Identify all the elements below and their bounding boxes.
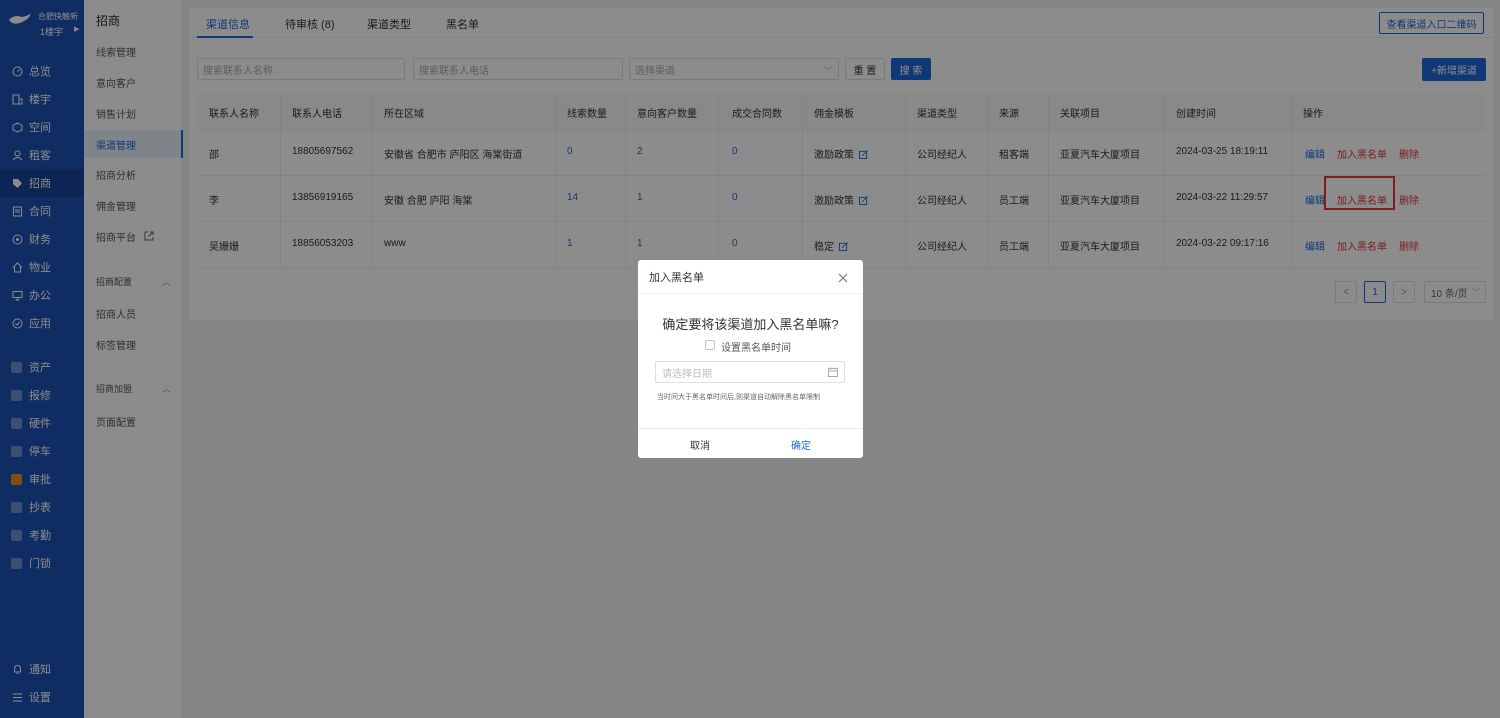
dialog-question: 确定要将该渠道加入黑名单嘛? xyxy=(662,317,839,332)
cancel-button[interactable]: 取消 xyxy=(690,437,710,452)
calendar-icon xyxy=(828,367,838,377)
checkbox-label[interactable]: 设置黑名单时间 xyxy=(721,339,791,354)
close-icon[interactable] xyxy=(836,271,850,285)
set-blacklist-time-checkbox[interactable] xyxy=(705,340,715,350)
dialog-hint: 当时间大于黑名单时间后,则渠道自动解除黑名单限制 xyxy=(657,394,820,401)
date-picker-input[interactable]: 请选择日期 xyxy=(655,361,845,383)
confirm-button[interactable]: 确定 xyxy=(791,437,811,452)
dialog-title: 加入黑名单 xyxy=(649,272,704,284)
blacklist-dialog: 加入黑名单 确定要将该渠道加入黑名单嘛? 设置黑名单时间 请选择日期 当时间大于… xyxy=(638,260,863,458)
dialog-footer-divider xyxy=(638,428,863,429)
dialog-divider xyxy=(638,293,863,294)
